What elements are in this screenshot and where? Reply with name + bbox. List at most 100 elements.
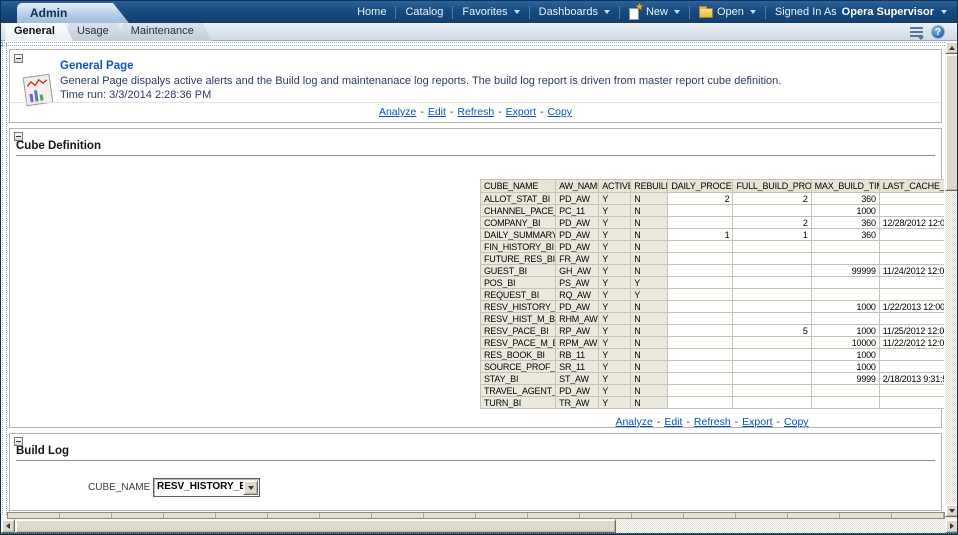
table-cell (733, 277, 811, 289)
page-options-icon[interactable] (910, 27, 923, 38)
cube-definition-table-container: CUBE_NAMEAW_NAMEACTIVEREBUILDDAILY_PROCE… (480, 179, 944, 412)
general-page-section: General Page General Page dispalys activ… (9, 49, 942, 123)
horizontal-scrollbar-thumb[interactable] (15, 519, 616, 533)
table-row: TURN_BITR_AWYN (481, 397, 945, 409)
report-action-links: Analyze-Edit-Refresh-Export-Copy (480, 416, 944, 428)
nav-item-new[interactable]: New (625, 6, 684, 19)
table-cell: 2 (733, 193, 811, 205)
nav-item-dashboards[interactable]: Dashboards (535, 6, 614, 18)
export-link[interactable]: Export (742, 416, 772, 428)
arrow-left-icon (6, 523, 10, 529)
table-cell: 11/24/2012 12:00 (879, 265, 944, 277)
table-cell: 1000 (811, 301, 879, 313)
nav-item-home[interactable]: Home (353, 6, 390, 18)
table-cell (668, 313, 733, 325)
table-cell (668, 397, 733, 409)
vertical-scrollbar-thumb[interactable] (945, 54, 958, 191)
table-cell: Y (599, 277, 631, 289)
column-header-cube_name: CUBE_NAME (481, 180, 556, 193)
table-cell (668, 385, 733, 397)
tab-general[interactable]: General (5, 23, 73, 41)
tab-usage[interactable]: Usage (68, 23, 127, 41)
signed-in-as[interactable]: Signed In AsOpera Supervisor (771, 6, 951, 18)
export-link[interactable]: Export (506, 106, 536, 118)
refresh-link[interactable]: Refresh (457, 106, 494, 118)
table-cell (668, 241, 733, 253)
tab-maintenance[interactable]: Maintenance (122, 23, 212, 41)
scroll-down-button[interactable] (945, 504, 958, 517)
table-cell (733, 289, 811, 301)
table-cell: N (631, 241, 668, 253)
arrow-up-icon (949, 46, 955, 50)
nav-item-open[interactable]: Open (695, 6, 760, 18)
collapse-section-icon[interactable] (14, 54, 23, 63)
table-cell (733, 253, 811, 265)
tab-toolbar: ? (910, 25, 945, 39)
table-row: RES_BOOK_BIRB_11YN1000 (481, 349, 945, 361)
table-cell: Y (599, 253, 631, 265)
table-cell: PD_AW (556, 217, 599, 229)
report-description: General Page dispalys active alerts and … (60, 75, 920, 87)
table-cell: Y (599, 265, 631, 277)
copy-link[interactable]: Copy (784, 416, 809, 428)
table-cell: PD_AW (556, 301, 599, 313)
table-cell (879, 277, 944, 289)
table-cell (879, 349, 944, 361)
table-row: DAILY_SUMMARY_BIPD_AWYN11360 (481, 229, 945, 241)
chevron-down-icon (248, 486, 254, 490)
copy-link[interactable]: Copy (548, 106, 573, 118)
table-cell: 1000 (811, 349, 879, 361)
nav-item-favorites[interactable]: Favorites (458, 6, 523, 18)
table-cell: ST_AW (556, 373, 599, 385)
cube-definition-table: CUBE_NAMEAW_NAMEACTIVEREBUILDDAILY_PROCE… (480, 179, 944, 409)
clipped-table-edge (7, 512, 945, 519)
scroll-left-button[interactable] (1, 519, 15, 533)
table-cell: FR_AW (556, 253, 599, 265)
table-cell: N (631, 301, 668, 313)
link-separator: - (735, 416, 739, 428)
collapse-section-icon[interactable] (14, 437, 23, 446)
table-cell: REQUEST_BI (481, 289, 556, 301)
nav-separator (765, 6, 766, 19)
edit-link[interactable]: Edit (428, 106, 446, 118)
link-separator: - (777, 416, 781, 428)
table-cell (668, 265, 733, 277)
table-cell (879, 397, 944, 409)
horizontal-scrollbar[interactable] (1, 519, 958, 533)
chevron-down-icon (941, 10, 947, 14)
analyze-link[interactable]: Analyze (615, 416, 652, 428)
nav-item-label: Open (717, 6, 744, 18)
section-title: Cube Definition (16, 140, 935, 156)
help-icon[interactable]: ? (931, 25, 945, 39)
table-cell: 9999 (811, 373, 879, 385)
nav-item-catalog[interactable]: Catalog (401, 6, 447, 18)
table-cell (733, 385, 811, 397)
table-cell (879, 229, 944, 241)
chevron-down-icon (750, 10, 756, 14)
refresh-link[interactable]: Refresh (694, 416, 731, 428)
edit-link[interactable]: Edit (664, 416, 682, 428)
table-cell (668, 361, 733, 373)
cube-name-dropdown[interactable]: RESV_HISTORY_BI (153, 478, 260, 497)
nav-separator (452, 6, 453, 19)
dropdown-arrow-button[interactable] (243, 480, 258, 495)
analyze-link[interactable]: Analyze (379, 106, 416, 118)
page-tab-bar: GeneralUsageMaintenance ? (1, 23, 957, 41)
table-cell: 2 (733, 217, 811, 229)
link-separator: - (498, 106, 502, 118)
nav-separator (689, 6, 690, 19)
vertical-scrollbar[interactable] (945, 41, 958, 519)
table-cell (879, 193, 944, 205)
section-title: Build Log (16, 445, 935, 461)
table-cell: N (631, 373, 668, 385)
table-cell: PD_AW (556, 241, 599, 253)
table-cell: N (631, 193, 668, 205)
collapse-section-icon[interactable] (14, 132, 23, 141)
obiee-admin-dashboard: Admin Home Catalog Favorites Dashboards New O… (0, 0, 958, 535)
table-cell: PS_AW (556, 277, 599, 289)
scroll-up-button[interactable] (945, 41, 958, 54)
open-folder-icon (699, 8, 713, 18)
scroll-right-button[interactable] (945, 519, 958, 533)
dashboard-title-tab[interactable]: Admin (17, 3, 129, 23)
nav-item-label: Dashboards (539, 6, 598, 18)
